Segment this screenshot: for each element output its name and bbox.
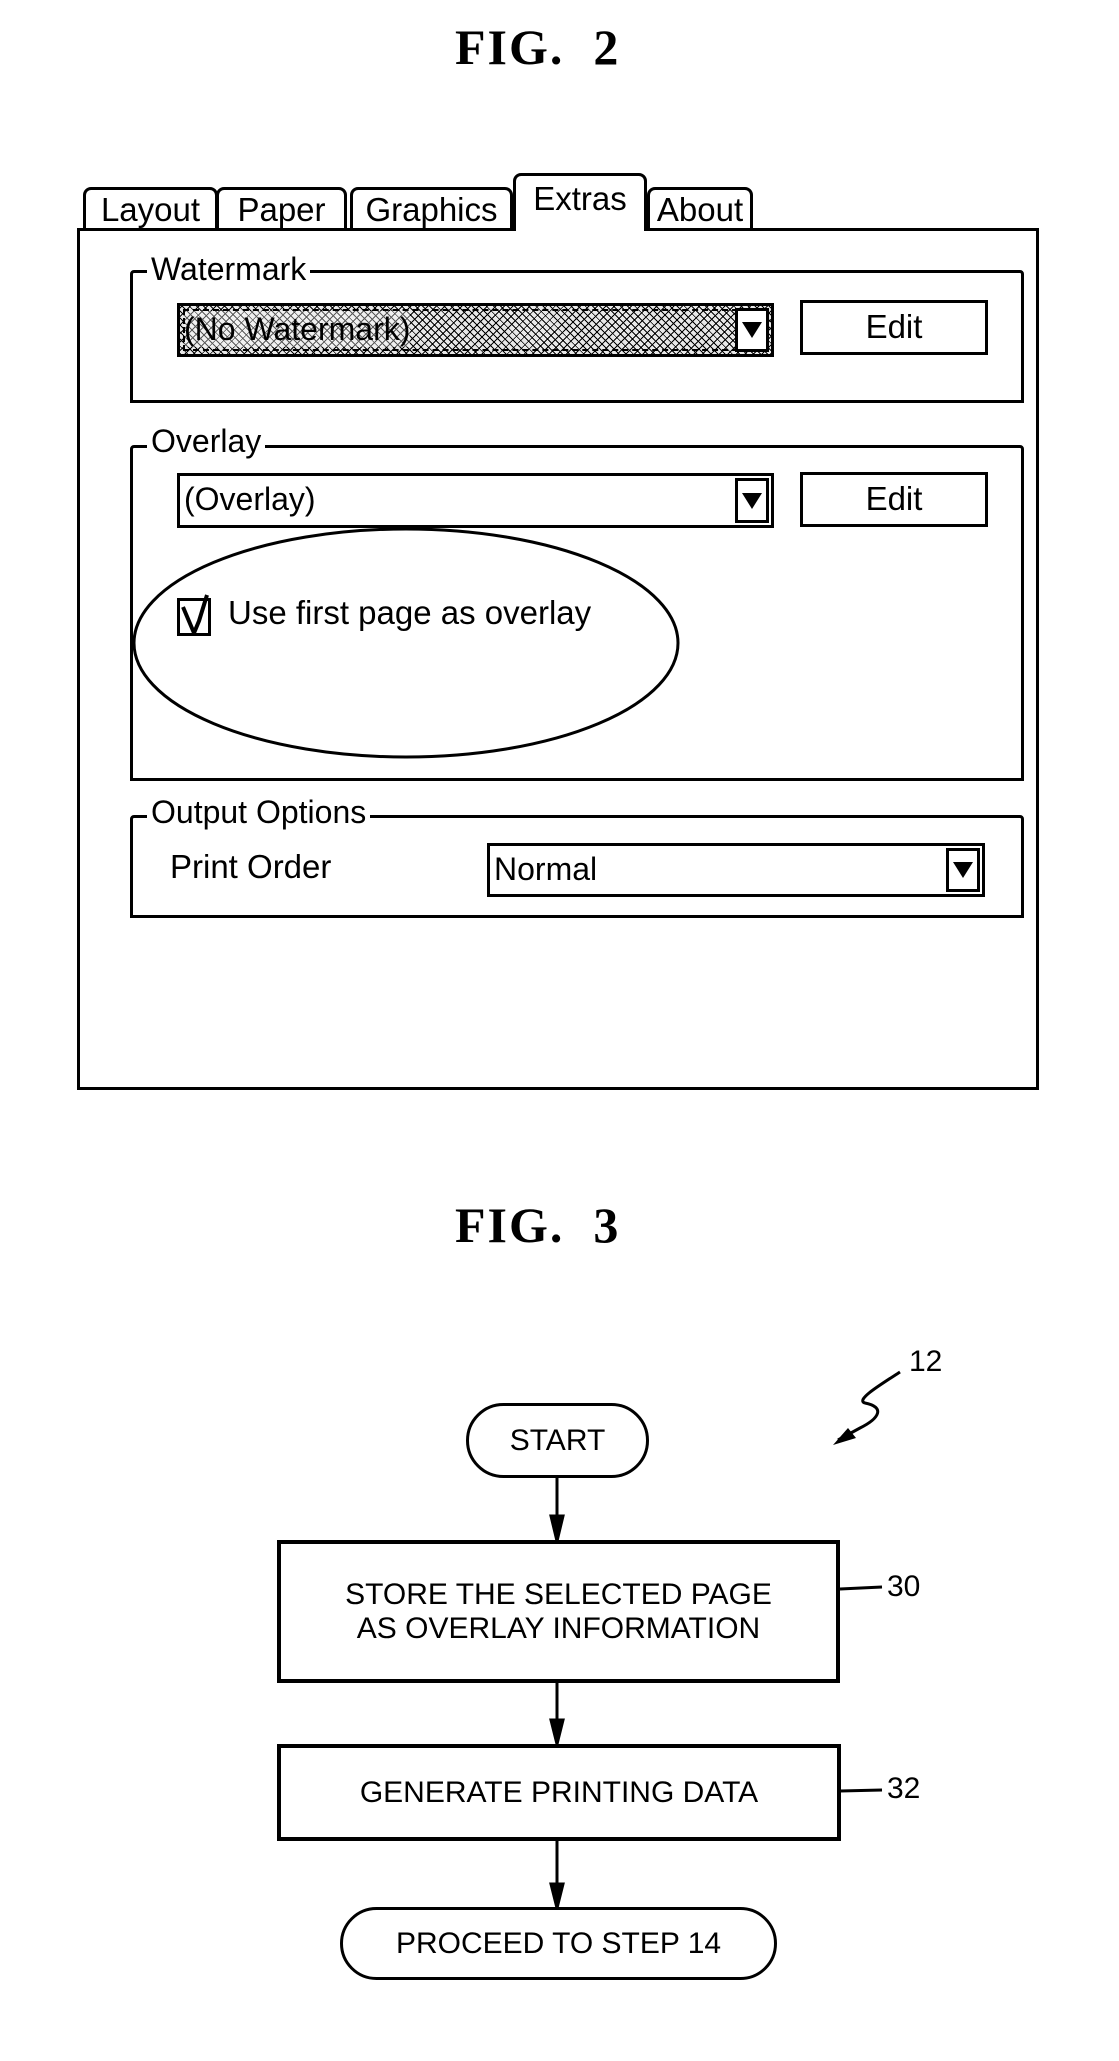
overlay-edit-button[interactable]: Edit — [800, 472, 988, 527]
tab-paper[interactable]: Paper — [216, 187, 347, 228]
arrowhead — [549, 1514, 565, 1542]
watermark-dropdown-value: (No Watermark) — [184, 311, 411, 347]
use-first-page-checkbox[interactable] — [177, 594, 211, 636]
flow-node-start-text: START — [509, 1423, 606, 1457]
flow-node-start: START — [466, 1403, 649, 1478]
watermark-edit-button[interactable]: Edit — [800, 300, 988, 355]
tab-about-label: About — [656, 191, 744, 228]
use-first-page-label[interactable]: Use first page as overlay — [228, 594, 591, 632]
watermark-dropdown-toggle[interactable] — [735, 308, 769, 352]
chevron-down-icon — [742, 492, 762, 509]
tab-graphics[interactable]: Graphics — [350, 187, 513, 228]
tab-layout-label: Layout — [100, 191, 201, 228]
flow-node-32-text: GENERATE PRINTING DATA — [359, 1775, 759, 1809]
overlay-dropdown-value: (Overlay) — [184, 481, 316, 517]
arrowhead — [549, 1718, 565, 1745]
tab-about[interactable]: About — [647, 187, 753, 228]
reference-12-arrowhead — [833, 1428, 856, 1445]
ref-30-label: 30 — [887, 1570, 921, 1603]
fig3-title: FIG. 3 — [455, 1197, 621, 1253]
tab-layout[interactable]: Layout — [83, 187, 218, 228]
tab-paper-label: Paper — [237, 191, 326, 228]
flow-node-32: GENERATE PRINTING DATA — [277, 1744, 841, 1841]
overlay-group-label: Overlay — [147, 424, 266, 458]
fig2-title: FIG. 2 — [455, 19, 621, 75]
flow-node-30-line1: STORE THE SELECTED PAGE — [345, 1577, 772, 1611]
checkmark-icon — [181, 594, 209, 635]
output-options-group-label: Output Options — [147, 795, 371, 829]
flow-node-end: PROCEED TO STEP 14 — [340, 1907, 777, 1980]
ref-32-label: 32 — [887, 1772, 921, 1805]
flow-node-end-text: PROCEED TO STEP 14 — [395, 1926, 722, 1960]
chevron-down-icon — [742, 322, 762, 338]
tab-extras[interactable]: Extras — [513, 173, 647, 231]
tab-graphics-label: Graphics — [365, 191, 498, 228]
reference-12-squiggle — [837, 1370, 901, 1442]
print-order-value: Normal — [494, 851, 598, 887]
watermark-group-label: Watermark — [147, 252, 311, 286]
print-order-dropdown-toggle[interactable] — [946, 848, 980, 892]
flow-node-30: STORE THE SELECTED PAGE AS OVERLAY INFOR… — [277, 1540, 840, 1683]
leader-30 — [839, 1585, 883, 1591]
watermark-dropdown[interactable]: (No Watermark) — [177, 303, 774, 357]
print-order-dropdown[interactable]: Normal — [487, 843, 985, 897]
active-tab-gap — [516, 226, 644, 232]
tab-extras-label: Extras — [533, 180, 627, 217]
overlay-dropdown-toggle[interactable] — [735, 478, 769, 523]
flow-node-30-line2: AS OVERLAY INFORMATION — [356, 1611, 761, 1645]
overlay-dropdown[interactable]: (Overlay) — [177, 473, 774, 528]
chevron-down-icon — [953, 862, 973, 878]
reference-12-label: 12 — [909, 1345, 943, 1378]
arrowhead — [549, 1882, 565, 1909]
print-order-label: Print Order — [170, 848, 332, 885]
leader-32 — [839, 1788, 883, 1793]
